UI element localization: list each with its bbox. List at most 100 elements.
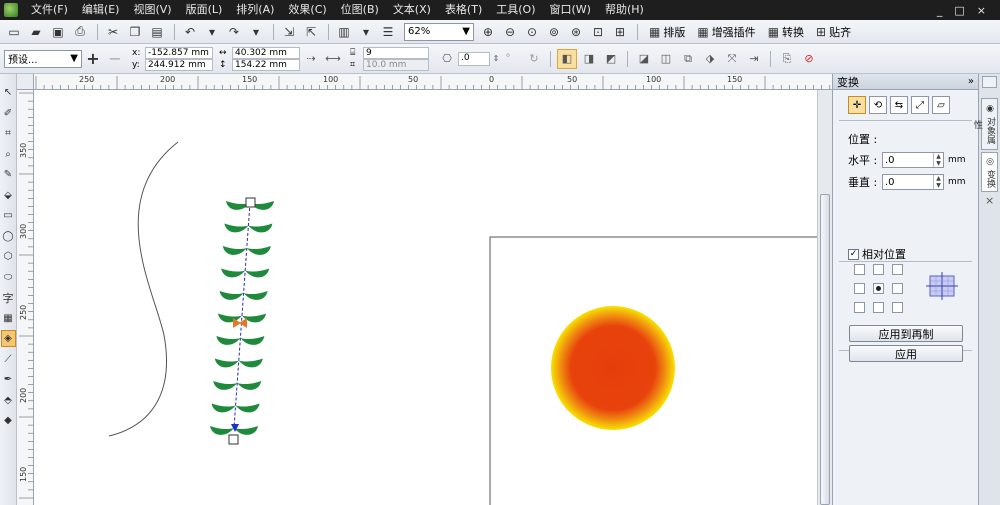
docker-collapse-icon[interactable]: »	[968, 76, 978, 87]
menu-layout[interactable]: 版面(L)	[179, 0, 230, 20]
skew-tab-icon[interactable]: ▱	[932, 96, 950, 114]
blend-midpoint-handle[interactable]	[239, 318, 247, 328]
app-launcher-icon[interactable]: ▾	[356, 22, 376, 42]
text-tool-icon[interactable]: 字	[1, 289, 16, 306]
menu-effects[interactable]: 效果(C)	[281, 0, 333, 20]
close-tab-icon[interactable]: ×	[985, 194, 994, 207]
add-preset-button[interactable]: +	[83, 49, 103, 69]
blend-path-curve[interactable]	[108, 141, 179, 437]
direct-blend-icon[interactable]: ◧	[557, 48, 577, 69]
spin-arrows-icon[interactable]: ▲ ▼	[933, 175, 943, 189]
relative-position-checkbox[interactable]: ✓	[848, 248, 859, 260]
zoom-tool-icon[interactable]: ⌕	[1, 146, 16, 163]
eyedropper-tool-icon[interactable]: ⟋	[1, 351, 16, 368]
menu-file[interactable]: 文件(F)	[24, 0, 75, 20]
anchor-bottom-right[interactable]	[892, 302, 903, 313]
transform-tab[interactable]: ◎ 变换	[981, 152, 998, 192]
zoom-all-icon[interactable]: ⊚	[544, 22, 564, 42]
menu-help[interactable]: 帮助(H)	[598, 0, 651, 20]
menu-arrange[interactable]: 排列(A)	[229, 0, 281, 20]
drawing-canvas[interactable]	[34, 90, 817, 505]
menu-table[interactable]: 表格(T)	[438, 0, 489, 20]
zoom-selected-icon[interactable]: ⊙	[522, 22, 542, 42]
preset-select[interactable]: 预设... ▼	[4, 49, 82, 68]
crop-tool-icon[interactable]: ⌗	[1, 125, 16, 142]
blend-tool-icon[interactable]: ◈	[0, 330, 16, 347]
path-properties-icon[interactable]: ⤧	[722, 49, 742, 69]
blend-start-handle[interactable]	[245, 197, 256, 208]
cut-icon[interactable]: ✂	[103, 22, 123, 42]
anchor-top-center[interactable]	[873, 264, 884, 275]
interactive-fill-tool-icon[interactable]: ◆	[1, 412, 16, 429]
new-document-icon[interactable]: ▭	[4, 22, 24, 42]
menu-tools[interactable]: 工具(O)	[489, 0, 542, 20]
open-folder-icon[interactable]: ▰	[26, 22, 46, 42]
menu-text[interactable]: 文本(X)	[386, 0, 438, 20]
undo-icon[interactable]: ↶	[180, 22, 200, 42]
save-icon[interactable]: ▣	[48, 22, 68, 42]
gradient-circle[interactable]	[551, 306, 675, 430]
position-tab-icon[interactable]: ✛	[848, 96, 866, 114]
fill-tool-icon[interactable]: ⬘	[1, 392, 16, 409]
counterclockwise-blend-icon[interactable]: ◩	[601, 49, 621, 69]
x-field[interactable]: -152.857 mm	[145, 46, 213, 59]
menu-view[interactable]: 视图(V)	[126, 0, 178, 20]
object-properties-tab[interactable]: ◉ 对象属性	[972, 98, 998, 150]
start-end-properties-icon[interactable]: ⬗	[700, 49, 720, 69]
vertical-ruler[interactable]: 350 300 250 200 150	[17, 90, 34, 505]
import-icon[interactable]: ⇲	[279, 22, 299, 42]
zoom-page-icon[interactable]: ⊛	[566, 22, 586, 42]
spacing-icon[interactable]: ⟷	[323, 49, 343, 69]
angle-field[interactable]: .0	[458, 51, 490, 66]
ellipse-tool-icon[interactable]: ◯	[1, 228, 16, 245]
redo-icon[interactable]: ↷	[224, 22, 244, 42]
angle-spin-icon[interactable]: ⇕	[491, 49, 501, 69]
copy-properties-icon[interactable]: ⎘	[777, 49, 797, 69]
copy-blend-icon[interactable]: ⇥	[744, 49, 764, 69]
polygon-tool-icon[interactable]: ⬡	[1, 248, 16, 265]
anchor-top-left[interactable]	[854, 264, 865, 275]
rotate-icon[interactable]: ⎔	[437, 49, 457, 69]
convert-button[interactable]: ▦ 转换	[762, 24, 810, 40]
spacing-field[interactable]: 10.0 mm	[363, 58, 429, 71]
close-button[interactable]: ×	[977, 4, 986, 17]
size-tab-icon[interactable]: ⤢	[911, 96, 929, 114]
smart-fill-tool-icon[interactable]: ⬙	[1, 187, 16, 204]
scrollbar-thumb[interactable]	[820, 194, 830, 505]
zoom-in-icon[interactable]: ⊕	[478, 22, 498, 42]
adjust-acceleration-icon[interactable]: ◫	[656, 49, 676, 69]
anchor-bottom-left[interactable]	[854, 302, 865, 313]
height-field[interactable]: 154.22 mm	[232, 58, 300, 71]
pick-tool-icon[interactable]: ↖	[1, 84, 16, 101]
horizontal-input[interactable]: .0 ▲ ▼	[882, 152, 944, 168]
blend-end-handle[interactable]	[228, 434, 239, 445]
export-icon[interactable]: ⇱	[301, 22, 321, 42]
menu-edit[interactable]: 编辑(E)	[75, 0, 127, 20]
scale-tab-icon[interactable]: ⇆	[890, 96, 908, 114]
clockwise-blend-icon[interactable]: ◨	[579, 49, 599, 69]
snap-button[interactable]: ⊞ 贴齐	[810, 24, 857, 40]
zoom-out-icon[interactable]: ⊖	[500, 22, 520, 42]
publish-pdf-icon[interactable]: ▥	[334, 22, 354, 42]
anchor-center[interactable]	[873, 283, 884, 294]
remove-preset-button[interactable]: −	[105, 49, 125, 69]
paste-icon[interactable]: ▤	[147, 22, 167, 42]
minimize-button[interactable]: _	[937, 4, 943, 17]
blend-options-icon[interactable]: ⧉	[678, 49, 698, 69]
basic-shapes-tool-icon[interactable]: ⬭	[1, 269, 16, 286]
anchor-middle-right[interactable]	[892, 283, 903, 294]
width-field[interactable]: 40.302 mm	[232, 46, 300, 59]
rectangle-tool-icon[interactable]: ▭	[1, 207, 16, 224]
welcome-screen-icon[interactable]: ☰	[378, 22, 398, 42]
path-icon[interactable]: ⇢	[301, 49, 321, 69]
apply-button[interactable]: 应用	[849, 345, 963, 362]
anchor-middle-left[interactable]	[854, 283, 865, 294]
loop-icon[interactable]: ↻	[524, 49, 544, 69]
copy-icon[interactable]: ❐	[125, 22, 145, 42]
shape-tool-icon[interactable]: ✐	[1, 105, 16, 122]
enhance-plugin-button[interactable]: ▦ 增强插件	[691, 24, 761, 40]
apply-to-duplicate-button[interactable]: 应用到再制	[849, 325, 963, 342]
typeset-button[interactable]: ▦ 排版	[643, 24, 691, 40]
zoom-height-icon[interactable]: ⊞	[610, 22, 630, 42]
docker-minimize-button[interactable]	[982, 76, 997, 88]
